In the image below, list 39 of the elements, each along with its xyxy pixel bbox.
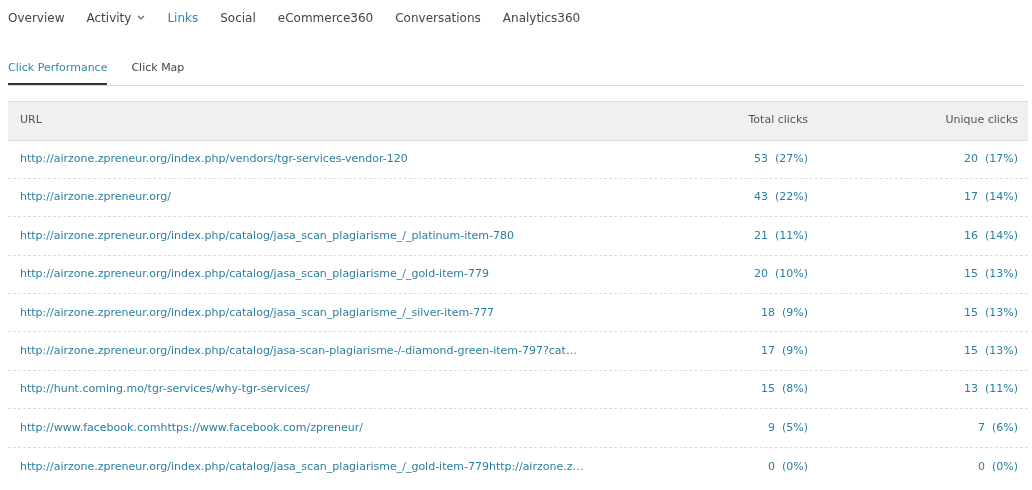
url-link[interactable]: http://airzone.zpreneur.org/index.php/vendors/tgr-services-vendor-120	[8, 150, 608, 168]
table-cell-text: 21 (11%)	[752, 227, 808, 244]
table-cell-text: 0 (0%)	[976, 458, 1019, 475]
table-cell-text: 20 (10%)	[752, 266, 808, 283]
url-link[interactable]: http://airzone.zpreneur.org/index.php/catalog/jasa_scan_plagiarisme_/_platinum-item-780	[8, 227, 608, 245]
table-cell-text: 15 (8%)	[759, 381, 808, 398]
url-link[interactable]: http://airzone.zpreneur.org/index.php/catalog/jasa_scan_plagiarisme_/_gold-item-779http://airzone.z…	[8, 458, 608, 476]
url-link[interactable]: http://airzone.zpreneur.org/index.php/catalog/jasa_scan_plagiarisme_/_gold-item-779	[8, 266, 608, 283]
table-cell-text: 13 (11%)	[962, 381, 1019, 398]
table-cell-text: 0 (0%)	[766, 458, 808, 475]
nav-tab[interactable]: Activity	[86, 8, 146, 27]
nav-tab[interactable]: Conversations	[395, 8, 481, 27]
table-cell-text: 15 (13%)	[962, 266, 1019, 283]
table-cell-text: 43 (22%)	[752, 189, 808, 206]
nav-tab[interactable]: eCommerce360	[277, 8, 374, 27]
nav-tab[interactable]: Analytics360	[502, 8, 581, 27]
table-cell-text: 9 (5%)	[766, 419, 808, 436]
url-link[interactable]: http://www.facebook.comhttps://www.facebook.com/zpreneur/	[8, 419, 608, 437]
column-header: Total clicks	[747, 112, 808, 129]
table-cell-text: 53 (27%)	[752, 150, 808, 167]
sub-tab[interactable]: Click Map	[131, 60, 185, 85]
url-link[interactable]: http://airzone.zpreneur.org/index.php/catalog/jasa-scan-plagiarisme-/-diamond-green-item-797?cat…	[8, 342, 608, 360]
table-cell-text: 15 (13%)	[962, 304, 1019, 321]
url-link[interactable]: http://airzone.zpreneur.org/	[8, 189, 608, 206]
column-header: URL	[19, 112, 43, 129]
nav-tab[interactable]: Social	[220, 8, 256, 27]
table-cell-text: 7 (6%)	[976, 419, 1019, 436]
nav-tab[interactable]: Overview	[8, 8, 65, 27]
column-header: Unique clicks	[944, 112, 1019, 129]
url-link[interactable]: http://hunt.coming.mo/tgr-services/why-tgr-services/	[8, 381, 608, 398]
table-cell-text: 16 (14%)	[962, 227, 1019, 244]
sub-tab[interactable]: Click Performance	[8, 60, 108, 85]
table-cell-text: 15 (13%)	[962, 342, 1019, 359]
url-link[interactable]: http://airzone.zpreneur.org/index.php/catalog/jasa_scan_plagiarisme_/_silver-item-777	[8, 304, 608, 321]
table-cell-text: 18 (9%)	[759, 304, 808, 321]
table-cell-text: 17 (14%)	[962, 189, 1019, 206]
table-cell-text: 17 (9%)	[759, 342, 808, 359]
nav-tab[interactable]: Links	[167, 8, 199, 27]
table-cell-text: 20 (17%)	[962, 150, 1019, 167]
